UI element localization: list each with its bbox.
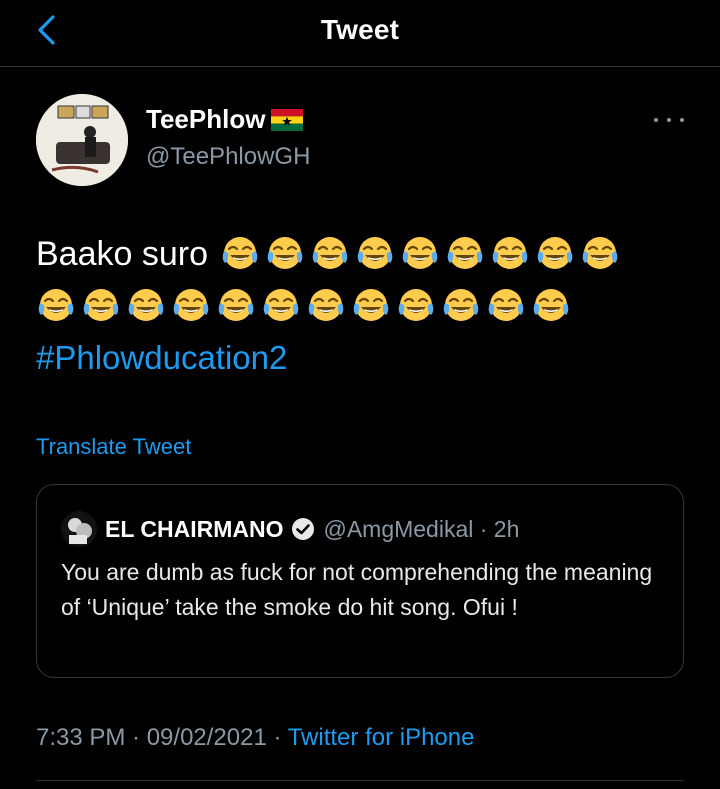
face-with-tears-of-joy-icon [537, 237, 573, 269]
face-with-tears-of-joy-icon [263, 289, 299, 321]
tweet-line-3: #Phlowducation2 [36, 332, 676, 384]
quoted-author-handle-time: @AmgMedikal · 2h [323, 515, 520, 542]
face-with-tears-of-joy-icon [398, 289, 434, 321]
face-with-tears-of-joy-icon [173, 289, 209, 321]
face-with-tears-of-joy-icon [582, 237, 618, 269]
quoted-tweet-card[interactable]: EL CHAIRMANO @AmgMedikal · 2h You are du… [36, 484, 684, 678]
quoted-avatar-image [61, 511, 97, 547]
face-with-tears-of-joy-icon [267, 237, 303, 269]
ghana-flag-icon [271, 108, 304, 131]
quoted-tweet-header: EL CHAIRMANO @AmgMedikal · 2h [61, 511, 519, 547]
face-with-tears-of-joy-icon [222, 237, 258, 269]
quoted-tweet-text: You are dumb as fuck for not comprehendi… [61, 559, 653, 620]
face-with-tears-of-joy-icon [443, 289, 479, 321]
tweet-text: Baako suro [36, 235, 208, 273]
more-dot-icon [667, 118, 671, 122]
author-handle[interactable]: @TeePhlowGH [146, 143, 310, 171]
tweet-body: Baako suro #Phlowducation2 [36, 228, 676, 384]
author-display-name[interactable]: TeePhlow [146, 104, 265, 135]
face-with-tears-of-joy-icon [447, 237, 483, 269]
verified-badge-icon [292, 518, 315, 540]
tweet-meta: 7:33 PM · 09/02/2021 · Twitter for iPhon… [36, 724, 474, 752]
hashtag-link[interactable]: #Phlowducation2 [36, 332, 287, 384]
face-with-tears-of-joy-icon [218, 289, 254, 321]
author-name-row[interactable]: TeePhlow [146, 104, 304, 135]
top-bar: Tweet [0, 0, 720, 67]
face-with-tears-of-joy-icon [492, 237, 528, 269]
face-with-tears-of-joy-icon [308, 289, 344, 321]
face-with-tears-of-joy-icon [38, 289, 74, 321]
divider [36, 780, 684, 781]
translate-tweet-link[interactable]: Translate Tweet [36, 434, 191, 460]
more-dot-icon [680, 118, 684, 122]
tweet-source-link[interactable]: Twitter for iPhone [288, 724, 475, 751]
more-options-button[interactable] [654, 110, 684, 130]
emoji-row [220, 234, 620, 274]
quoted-author-avatar [61, 511, 97, 547]
tweet-timestamp[interactable]: 7:33 PM · 09/02/2021 · [36, 724, 288, 751]
face-with-tears-of-joy-icon [83, 289, 119, 321]
face-with-tears-of-joy-icon [357, 237, 393, 269]
tweet-line-1: Baako suro [36, 228, 676, 280]
face-with-tears-of-joy-icon [312, 237, 348, 269]
album-cover-image [36, 94, 128, 186]
face-with-tears-of-joy-icon [488, 289, 524, 321]
author-avatar[interactable] [36, 94, 128, 186]
tweet-line-2 [36, 280, 676, 332]
emoji-row [36, 286, 571, 326]
quoted-author-name: EL CHAIRMANO [105, 515, 284, 542]
face-with-tears-of-joy-icon [402, 237, 438, 269]
face-with-tears-of-joy-icon [353, 289, 389, 321]
face-with-tears-of-joy-icon [128, 289, 164, 321]
more-dot-icon [654, 118, 658, 122]
face-with-tears-of-joy-icon [533, 289, 569, 321]
page-title: Tweet [320, 14, 400, 45]
